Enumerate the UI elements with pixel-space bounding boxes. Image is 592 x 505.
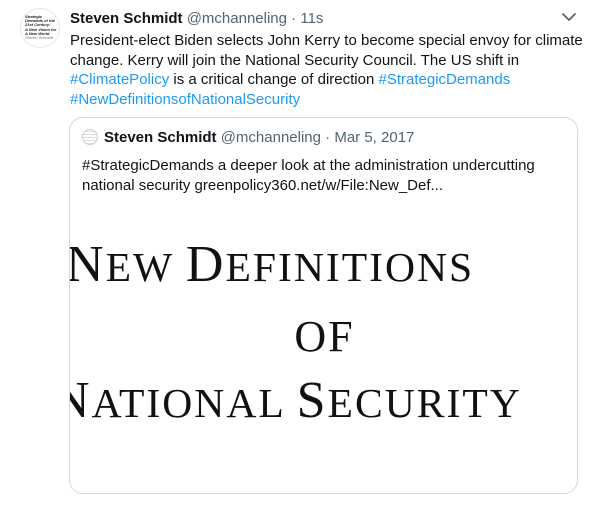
quoted-tweet-header: Steven Schmidt @mchanneling · Mar 5, 201…	[82, 128, 414, 147]
author-avatar[interactable]: Strategic Demands of the 21st Century: A…	[20, 8, 60, 48]
tweet-text-line: President-elect Biden selects John Kerry…	[70, 32, 583, 49]
image-headline-line2: OF	[70, 307, 577, 367]
image-text: N	[70, 372, 92, 429]
separator-dot: ·	[325, 129, 331, 146]
hashtag-link[interactable]: #StrategicDemands	[378, 71, 510, 88]
quoted-tweet-text: #StrategicDemands a deeper look at the a…	[82, 156, 567, 196]
chevron-down-icon[interactable]	[558, 8, 580, 26]
image-text: EW	[105, 244, 186, 290]
quoted-text-line: #StrategicDemands a deeper look at the a…	[82, 157, 535, 174]
hashtag-link[interactable]: #ClimatePolicy	[70, 71, 169, 88]
hashtag-link[interactable]: #NewDefinitionsofNationalSecurity	[70, 91, 300, 108]
tweet-timestamp[interactable]: 11s	[300, 10, 323, 27]
image-text: OF	[294, 312, 355, 361]
avatar-book-cover: Strategic Demands of the 21st Century: A…	[25, 14, 57, 41]
image-headline-line1: NEW DEFINITIONS	[70, 235, 575, 297]
image-text: N	[70, 236, 106, 293]
tweet-text: President-elect Biden selects John Kerry…	[70, 31, 584, 109]
quoted-tweet-card[interactable]: Steven Schmidt @mchanneling · Mar 5, 201…	[69, 117, 578, 494]
tweet-header: Steven Schmidt @mchanneling · 11s	[70, 9, 323, 28]
author-name[interactable]: Steven Schmidt	[70, 10, 183, 27]
image-text: S	[296, 372, 328, 429]
image-text: ATIONAL	[91, 380, 297, 426]
quoted-author-avatar	[82, 129, 98, 145]
author-handle[interactable]: @mchanneling	[187, 10, 287, 27]
quoted-tweet-image[interactable]: NEW DEFINITIONS OF NATIONAL SECURITY	[70, 213, 577, 493]
quoted-tweet-date: Mar 5, 2017	[334, 129, 415, 146]
tweet-text-line: change. Kerry will join the National Sec…	[70, 51, 520, 69]
tweet-text-segment: is a critical change of direction	[169, 71, 379, 88]
quoted-author-name: Steven Schmidt	[104, 129, 217, 146]
image-text: EFINITIONS	[225, 244, 475, 290]
image-headline-line3: NATIONAL SECURITY	[70, 371, 561, 433]
image-text: D	[185, 236, 226, 293]
separator-dot: ·	[291, 10, 297, 27]
quoted-text-line: national security greenpolicy360.net/w/F…	[82, 177, 444, 194]
quoted-author-handle: @mchanneling	[220, 129, 321, 146]
image-text: ECURITY	[327, 380, 522, 426]
avatar-subtext: Steven Schmidt	[25, 35, 54, 41]
